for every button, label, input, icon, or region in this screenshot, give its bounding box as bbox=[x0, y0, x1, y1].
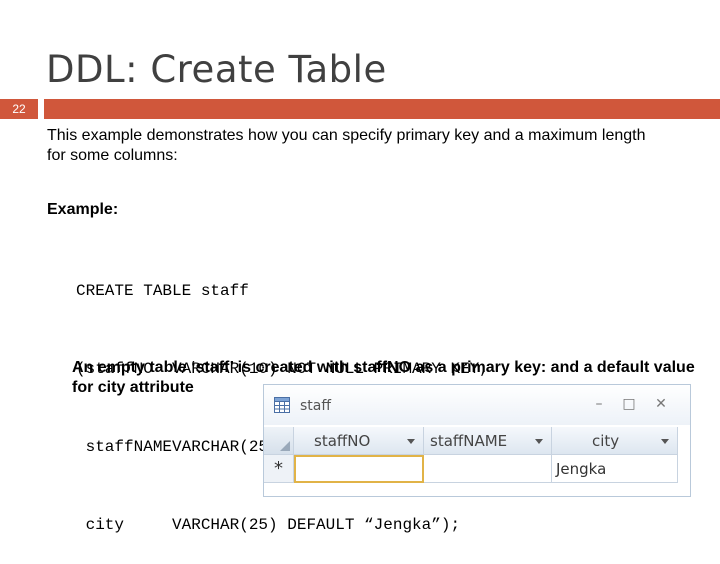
column-header-label: city bbox=[592, 432, 620, 450]
select-all-icon bbox=[280, 441, 290, 451]
new-record-row: * Jengka bbox=[264, 455, 678, 483]
example-label: Example: bbox=[47, 201, 119, 218]
code-line: city VARCHAR(25) DEFAULT “Jengka”); bbox=[76, 516, 461, 534]
new-record-marker[interactable]: * bbox=[264, 455, 294, 483]
table-icon bbox=[274, 397, 290, 413]
chevron-down-icon[interactable] bbox=[661, 439, 669, 444]
code-line: CREATE TABLE staff bbox=[76, 282, 249, 300]
close-button[interactable]: ✕ bbox=[652, 395, 670, 413]
minimize-button[interactable]: – bbox=[590, 395, 608, 413]
window-title: staff bbox=[300, 398, 332, 414]
restore-button[interactable]: □ bbox=[620, 395, 638, 413]
window-titlebar: staff – □ ✕ bbox=[264, 385, 690, 425]
select-all-button[interactable] bbox=[264, 427, 294, 455]
cell-staffno[interactable] bbox=[294, 455, 424, 483]
slide-title: DDL: Create Table bbox=[46, 48, 387, 91]
chevron-down-icon[interactable] bbox=[407, 439, 415, 444]
access-datasheet-window: staff – □ ✕ staffNO staffNAME city * Jen… bbox=[263, 384, 691, 497]
column-header-city[interactable]: city bbox=[552, 427, 678, 455]
slide-number: 22 bbox=[12, 102, 26, 116]
header-row: staffNO staffNAME city bbox=[264, 427, 678, 455]
column-header-staffname[interactable]: staffNAME bbox=[424, 427, 552, 455]
chevron-down-icon[interactable] bbox=[535, 439, 543, 444]
intro-text: This example demonstrates how you can sp… bbox=[47, 127, 646, 164]
cell-city[interactable]: Jengka bbox=[552, 455, 678, 483]
cell-staffname[interactable] bbox=[424, 455, 552, 483]
column-header-label: staffNAME bbox=[430, 432, 508, 450]
cell-city-value: Jengka bbox=[556, 460, 607, 478]
column-header-staffno[interactable]: staffNO bbox=[294, 427, 424, 455]
title-accent-bar bbox=[44, 99, 720, 119]
column-header-label: staffNO bbox=[314, 432, 371, 450]
